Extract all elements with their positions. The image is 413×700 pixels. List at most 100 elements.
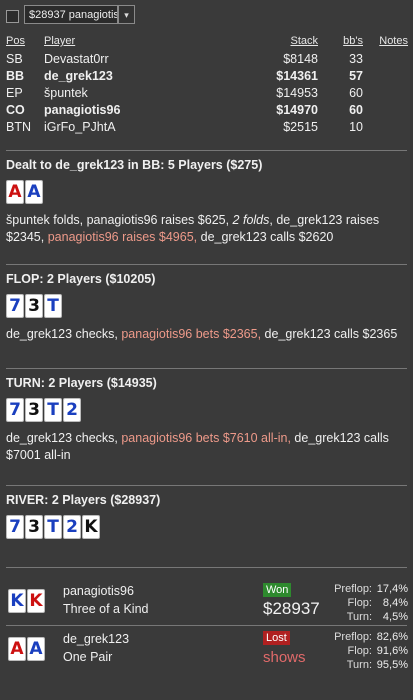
- playing-card: K: [27, 589, 45, 613]
- equity-stats: Preflop: 82,6% Flop: 91,6% Turn: 95,5%: [318, 630, 408, 672]
- stat-value: 91,6%: [376, 645, 408, 657]
- river-title: RIVER: 2 Players ($28937): [6, 493, 161, 507]
- row-stack: $2515: [283, 120, 318, 134]
- equity-stats: Preflop: 17,4% Flop: 8,4% Turn: 4,5%: [318, 582, 408, 624]
- playing-card: K: [8, 589, 26, 613]
- table-row: CO panagiotis96 $14970 60: [6, 103, 408, 120]
- stat-label: Turn:: [346, 611, 372, 623]
- playing-card: A: [25, 180, 43, 204]
- row-bbs: 57: [349, 69, 363, 83]
- playing-card: 2: [63, 515, 81, 539]
- header-notes[interactable]: Notes: [379, 35, 408, 47]
- row-player: de_grek123: [44, 69, 113, 83]
- turn-title: TURN: 2 Players ($14935): [6, 376, 157, 390]
- playing-card: 3: [25, 515, 43, 539]
- won-amount: $28937: [263, 599, 320, 618]
- won-badge: Won: [263, 583, 292, 597]
- divider: [6, 485, 407, 486]
- shown-cards: KK: [8, 589, 45, 613]
- playing-card: A: [27, 637, 45, 661]
- flop-action: de_grek123 checks, panagiotis96 bets $23…: [6, 326, 408, 343]
- stat-value: 95,5%: [376, 659, 408, 671]
- action-text: de_grek123 checks,: [6, 431, 122, 445]
- row-stack: $8148: [283, 52, 318, 66]
- action-text: de_grek123 calls $2365: [261, 327, 398, 341]
- turn-action: de_grek123 checks, panagiotis96 bets $76…: [6, 430, 408, 464]
- row-bbs: 10: [349, 120, 363, 134]
- table-row: BTN iGrFo_PJhtA $2515 10: [6, 120, 408, 137]
- stat-label: Turn:: [346, 659, 372, 671]
- header-player[interactable]: Player: [44, 35, 75, 47]
- divider: [6, 264, 407, 265]
- divider: [6, 567, 407, 568]
- chevron-down-icon[interactable]: ▾: [118, 5, 135, 24]
- preflop-title: Dealt to de_grek123 in BB: 5 Players ($2…: [6, 158, 263, 172]
- hole-cards: AA: [6, 180, 408, 204]
- row-bbs: 60: [349, 103, 363, 117]
- playing-card: 3: [25, 398, 43, 422]
- divider: [6, 368, 407, 369]
- row-player: iGrFo_PJhtA: [44, 120, 116, 134]
- stat-value: 82,6%: [376, 631, 408, 643]
- row-pos: SB: [6, 52, 23, 66]
- playing-card: A: [8, 637, 26, 661]
- playing-card: T: [44, 294, 62, 318]
- players-table: Pos Player Stack bb's Notes SB Devastat0…: [6, 35, 408, 137]
- stat-label: Flop:: [347, 597, 372, 609]
- divider: [6, 150, 407, 151]
- preflop-action: špuntek folds, panagiotis96 raises $625,…: [6, 212, 408, 246]
- playing-card: 7: [6, 398, 24, 422]
- river-section: RIVER: 2 Players ($28937) 73T2K: [6, 493, 408, 539]
- row-bbs: 60: [349, 86, 363, 100]
- flop-title: FLOP: 2 Players ($10205): [6, 272, 156, 286]
- lost-badge: Lost: [263, 631, 290, 645]
- playing-card: 2: [63, 398, 81, 422]
- row-pos: CO: [6, 103, 25, 117]
- action-text: de_grek123 calls $2620: [197, 230, 334, 244]
- preflop-section: Dealt to de_grek123 in BB: 5 Players ($2…: [6, 158, 408, 246]
- result-hand-rank: Three of a Kind: [63, 602, 149, 616]
- header-pos[interactable]: Pos: [6, 35, 25, 47]
- result-row: KK panagiotis96 Three of a Kind Won $289…: [6, 583, 408, 623]
- stat-label: Preflop:: [334, 631, 372, 643]
- table-row: SB Devastat0rr $8148 33: [6, 52, 408, 69]
- row-player: Devastat0rr: [44, 52, 109, 66]
- playing-card: 7: [6, 515, 24, 539]
- table-row: EP špuntek $14953 60: [6, 86, 408, 103]
- playing-card: A: [6, 180, 24, 204]
- action-text: de_grek123 checks,: [6, 327, 122, 341]
- stat-label: Flop:: [347, 645, 372, 657]
- result-hand-rank: One Pair: [63, 650, 113, 664]
- playing-card: T: [44, 398, 62, 422]
- highlighted-action: panagiotis96 bets $2365,: [121, 327, 262, 341]
- playing-card: T: [44, 515, 62, 539]
- row-stack: $14361: [276, 69, 318, 83]
- select-hand-checkbox[interactable]: [6, 10, 19, 23]
- divider: [6, 625, 407, 626]
- highlighted-action: panagiotis96 bets $7610 all-in,: [121, 431, 291, 445]
- row-pos: BTN: [6, 120, 31, 134]
- shows-link[interactable]: shows: [263, 649, 306, 666]
- result-player-name: de_grek123: [63, 632, 130, 646]
- stat-value: 4,5%: [382, 611, 408, 623]
- row-pos: BB: [6, 69, 25, 83]
- flop-cards: 73T: [6, 294, 408, 318]
- stat-value: 17,4%: [376, 583, 408, 595]
- header-stack[interactable]: Stack: [290, 35, 318, 47]
- playing-card: K: [82, 515, 100, 539]
- stat-label: Preflop:: [334, 583, 372, 595]
- stat-value: 8,4%: [382, 597, 408, 609]
- table-row: BB de_grek123 $14361 57: [6, 69, 408, 86]
- header-bbs[interactable]: bb's: [343, 35, 363, 47]
- action-text: špuntek folds, panagiotis96 raises $625,: [6, 213, 233, 227]
- highlighted-action: panagiotis96 raises $4965,: [47, 230, 198, 244]
- flop-section: FLOP: 2 Players ($10205) 73T de_grek123 …: [6, 272, 408, 343]
- result-row: AA de_grek123 One Pair Lost shows Preflo…: [6, 631, 408, 671]
- row-bbs: 33: [349, 52, 363, 66]
- row-stack: $14970: [276, 103, 318, 117]
- playing-card: 3: [25, 294, 43, 318]
- turn-section: TURN: 2 Players ($14935) 73T2 de_grek123…: [6, 376, 408, 464]
- hand-selector[interactable]: $28937 panagiotis9: [24, 5, 118, 24]
- shown-cards: AA: [8, 637, 45, 661]
- result-player-name: panagiotis96: [63, 584, 134, 598]
